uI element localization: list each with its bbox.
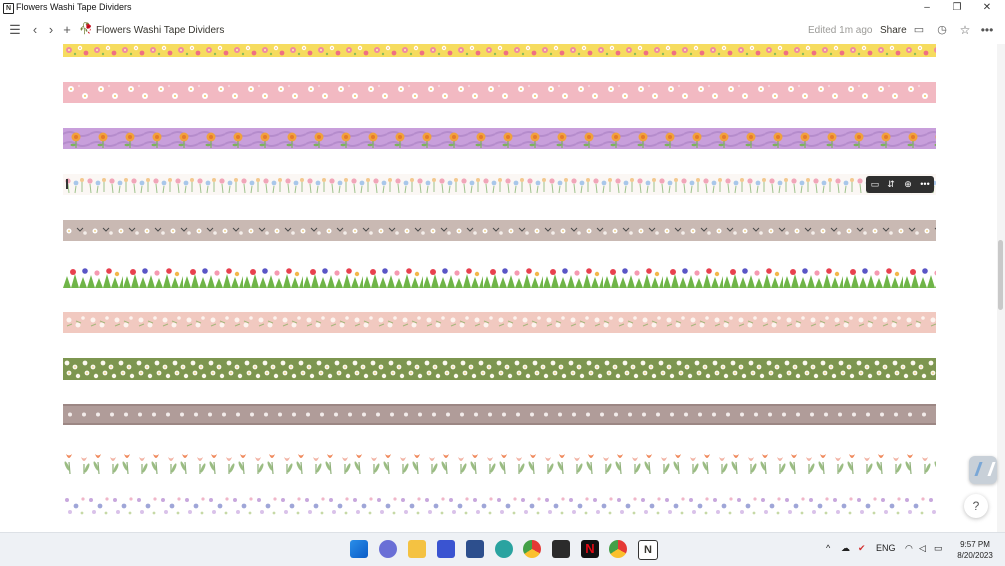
favorite-icon[interactable]: ☆ [956, 21, 974, 39]
menu-icon[interactable]: ☰ [6, 21, 24, 39]
scrollbar-thumb[interactable] [998, 240, 1003, 310]
tray-chevron-icon[interactable]: ^ [826, 543, 830, 553]
lilac-scatter-flower-tape [63, 495, 936, 517]
wifi-icon[interactable]: ◠ [905, 543, 913, 554]
purple-orange-flower-tape [63, 128, 936, 149]
notion-toolbar: ☰ ‹ › + 🥀 Flowers Washi Tape Dividers Ed… [0, 16, 1005, 44]
edge-icon[interactable] [495, 540, 513, 558]
clock-date: 8/20/2023 [957, 551, 993, 560]
volume-icon[interactable]: ◁ [919, 543, 926, 554]
antivirus-icon[interactable]: ✔ [858, 543, 866, 554]
title-bar: N Flowers Washi Tape Dividers – ❐ ✕ [0, 0, 1005, 16]
sticky-notes-icon[interactable] [552, 540, 570, 558]
app-icon[interactable] [437, 540, 455, 558]
pink-daisy-tape [63, 82, 936, 103]
windows-start-icon[interactable] [350, 540, 368, 558]
help-button[interactable]: ? [964, 494, 988, 518]
notion-app-icon: N [3, 3, 14, 14]
orange-tulip-tape [63, 448, 936, 474]
restore-icon[interactable]: ❐ [942, 0, 972, 16]
close-icon[interactable]: ✕ [972, 0, 1002, 16]
vertical-scrollbar[interactable] [997, 44, 1005, 532]
tulip-grass-tape [63, 266, 936, 288]
system-clock[interactable]: 9:57 PM 8/20/2023 [950, 539, 1000, 561]
file-explorer-icon[interactable] [408, 540, 426, 558]
add-icon[interactable]: ⊕ [901, 178, 915, 191]
white-pastel-flower-tape [63, 174, 936, 195]
new-page-icon[interactable]: + [58, 21, 76, 39]
netflix-letter: N [585, 541, 595, 556]
block-drag-cursor [66, 179, 68, 189]
block-action-toolbar: ▭ ⇵ ⊕ ••• [866, 176, 934, 193]
taupe-daisy-tape [63, 220, 936, 241]
battery-icon[interactable]: ▭ [934, 543, 943, 554]
more-options-icon[interactable]: ••• [918, 178, 932, 191]
chrome-icon[interactable] [523, 540, 541, 558]
notion-letter: N [644, 544, 652, 556]
more-icon[interactable]: ••• [978, 21, 996, 39]
drag-icon[interactable]: ⇵ [884, 178, 898, 191]
page-content [0, 44, 997, 532]
onedrive-icon[interactable]: ☁ [841, 543, 850, 554]
share-button[interactable]: Share [880, 25, 907, 36]
comment-icon[interactable]: ▭ [868, 178, 882, 191]
comments-icon[interactable]: ▭ [910, 21, 928, 39]
language-indicator[interactable]: ENG [876, 543, 896, 553]
green-daisy-field-tape [63, 358, 936, 380]
store-icon[interactable] [466, 540, 484, 558]
breadcrumb-page-title[interactable]: Flowers Washi Tape Dividers [96, 25, 224, 36]
peach-blossom-tape [63, 312, 936, 333]
floating-widget-icon[interactable] [969, 456, 997, 484]
chrome-icon-2[interactable] [609, 540, 627, 558]
updates-icon[interactable]: ◷ [933, 21, 951, 39]
yellow-flower-tape [63, 44, 936, 57]
page-emoji-icon: 🥀 [79, 23, 93, 35]
notion-icon[interactable]: N [638, 540, 658, 560]
minimize-icon[interactable]: – [912, 0, 942, 16]
edited-status: Edited 1m ago [808, 25, 873, 36]
teams-chat-icon[interactable] [379, 540, 397, 558]
netflix-icon[interactable]: N [581, 540, 599, 558]
clock-time: 9:57 PM [960, 540, 990, 549]
mauve-dot-flower-tape [63, 404, 936, 425]
windows-taskbar: N N ^ ☁ ✔ ENG ◠ ◁ ▭ 9:57 PM 8/20/2023 [0, 532, 1005, 566]
window-title: Flowers Washi Tape Dividers [16, 2, 132, 12]
